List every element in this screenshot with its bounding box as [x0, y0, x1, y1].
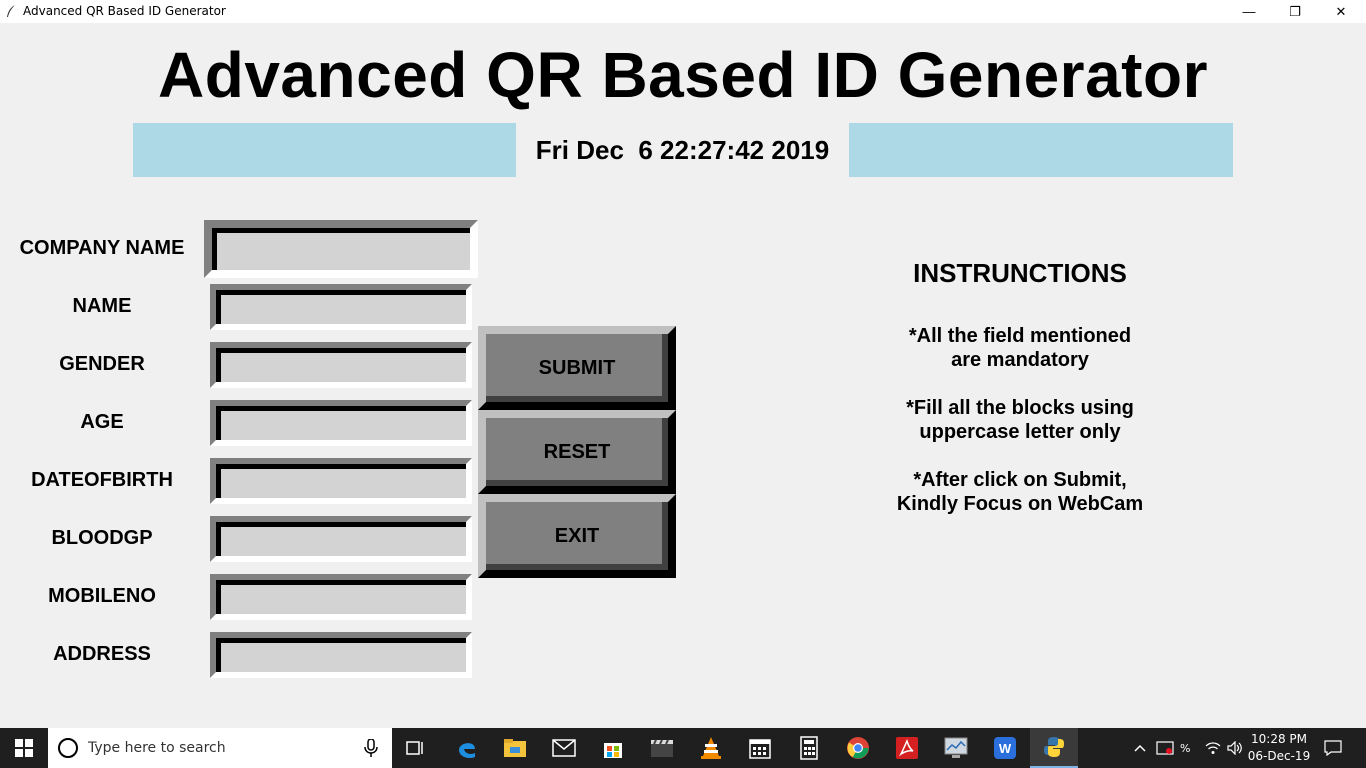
close-button[interactable]: ✕ [1318, 0, 1364, 23]
movies-icon[interactable] [638, 728, 686, 768]
name-label: NAME [72, 295, 132, 317]
input-language-icon[interactable]: % [1178, 728, 1198, 768]
taskbar-time: 10:28 PM [1251, 732, 1307, 746]
page-title: Advanced QR Based ID Generator [158, 39, 1208, 111]
company-name-label: COMPANY NAME [19, 237, 185, 259]
python-icon[interactable] [1030, 728, 1078, 768]
mobileno-field[interactable] [221, 585, 466, 614]
chrome-icon[interactable] [834, 728, 882, 768]
company-name-field[interactable] [217, 233, 470, 270]
calendar-icon[interactable] [736, 728, 784, 768]
taskbar: Type here to search W % 10:28 PM 06-Dec-… [0, 728, 1366, 768]
taskbar-clock[interactable]: 10:28 PM 06-Dec-19 [1246, 731, 1312, 765]
wps-office-icon[interactable]: W [981, 728, 1029, 768]
svg-text:%: % [1180, 742, 1190, 755]
window-title: Advanced QR Based ID Generator [23, 4, 226, 18]
window-title-bar: Advanced QR Based ID Generator — ❐ ✕ [0, 0, 1366, 23]
dateofbirth-label: DATEOFBIRTH [31, 469, 173, 491]
show-hidden-icons-icon[interactable] [1130, 728, 1150, 768]
address-field[interactable] [221, 643, 466, 672]
address-field-frame [210, 632, 472, 678]
reset-button[interactable]: RESET [478, 410, 676, 494]
cortana-icon [58, 738, 78, 758]
gender-field[interactable] [221, 353, 466, 382]
dateofbirth-field[interactable] [221, 469, 466, 498]
feather-icon [7, 5, 15, 17]
mobileno-field-frame [210, 574, 472, 620]
maximize-button[interactable]: ❐ [1272, 0, 1318, 23]
bloodgp-field-frame [210, 516, 472, 562]
instruction-item: *Fill all the blocks using uppercase let… [906, 397, 1134, 443]
instructions-title: INSTRUNCTIONS [913, 258, 1127, 288]
vlc-icon[interactable] [687, 728, 735, 768]
instruction-item: *After click on Submit, Kindly Focus on … [896, 469, 1144, 515]
edge-icon[interactable] [443, 728, 491, 768]
bloodgp-field[interactable] [221, 527, 466, 556]
search-placeholder: Type here to search [88, 740, 226, 756]
start-button[interactable] [0, 728, 48, 768]
exit-button[interactable]: EXIT [478, 494, 676, 578]
gender-field-frame [210, 342, 472, 388]
acrobat-icon[interactable] [883, 728, 931, 768]
address-label: ADDRESS [53, 643, 151, 665]
device-icon[interactable] [1153, 728, 1177, 768]
clock-band-right [849, 123, 1233, 177]
windows-logo-icon [15, 739, 33, 757]
wifi-icon[interactable] [1202, 728, 1224, 768]
volume-icon[interactable] [1224, 728, 1246, 768]
minimize-button[interactable]: — [1226, 0, 1272, 23]
task-view-icon[interactable] [392, 728, 440, 768]
calculator-icon[interactable] [785, 728, 833, 768]
mobileno-label: MOBILENO [48, 585, 156, 607]
bloodgp-label: BLOODGP [51, 527, 153, 549]
instruction-item: *All the field mentioned are mandatory [908, 325, 1132, 371]
submit-button[interactable]: SUBMIT [478, 326, 676, 410]
microphone-icon[interactable] [364, 739, 378, 757]
system-monitor-icon[interactable] [932, 728, 980, 768]
company-name-field-frame [204, 220, 478, 278]
notifications-icon[interactable] [1318, 728, 1348, 768]
taskbar-search[interactable]: Type here to search [48, 728, 392, 768]
age-field-frame [210, 400, 472, 446]
mail-icon[interactable] [540, 728, 588, 768]
dateofbirth-field-frame [210, 458, 472, 504]
clock-band-left [133, 123, 516, 177]
clock-label: Fri Dec 6 22:27:42 2019 [535, 135, 830, 165]
name-field[interactable] [221, 295, 466, 324]
svg-text:W: W [999, 741, 1012, 756]
gender-label: GENDER [59, 353, 145, 375]
taskbar-date: 06-Dec-19 [1247, 749, 1311, 763]
name-field-frame [210, 284, 472, 330]
age-label: AGE [80, 411, 124, 433]
age-field[interactable] [221, 411, 466, 440]
file-explorer-icon[interactable] [491, 728, 539, 768]
store-icon[interactable] [589, 728, 637, 768]
